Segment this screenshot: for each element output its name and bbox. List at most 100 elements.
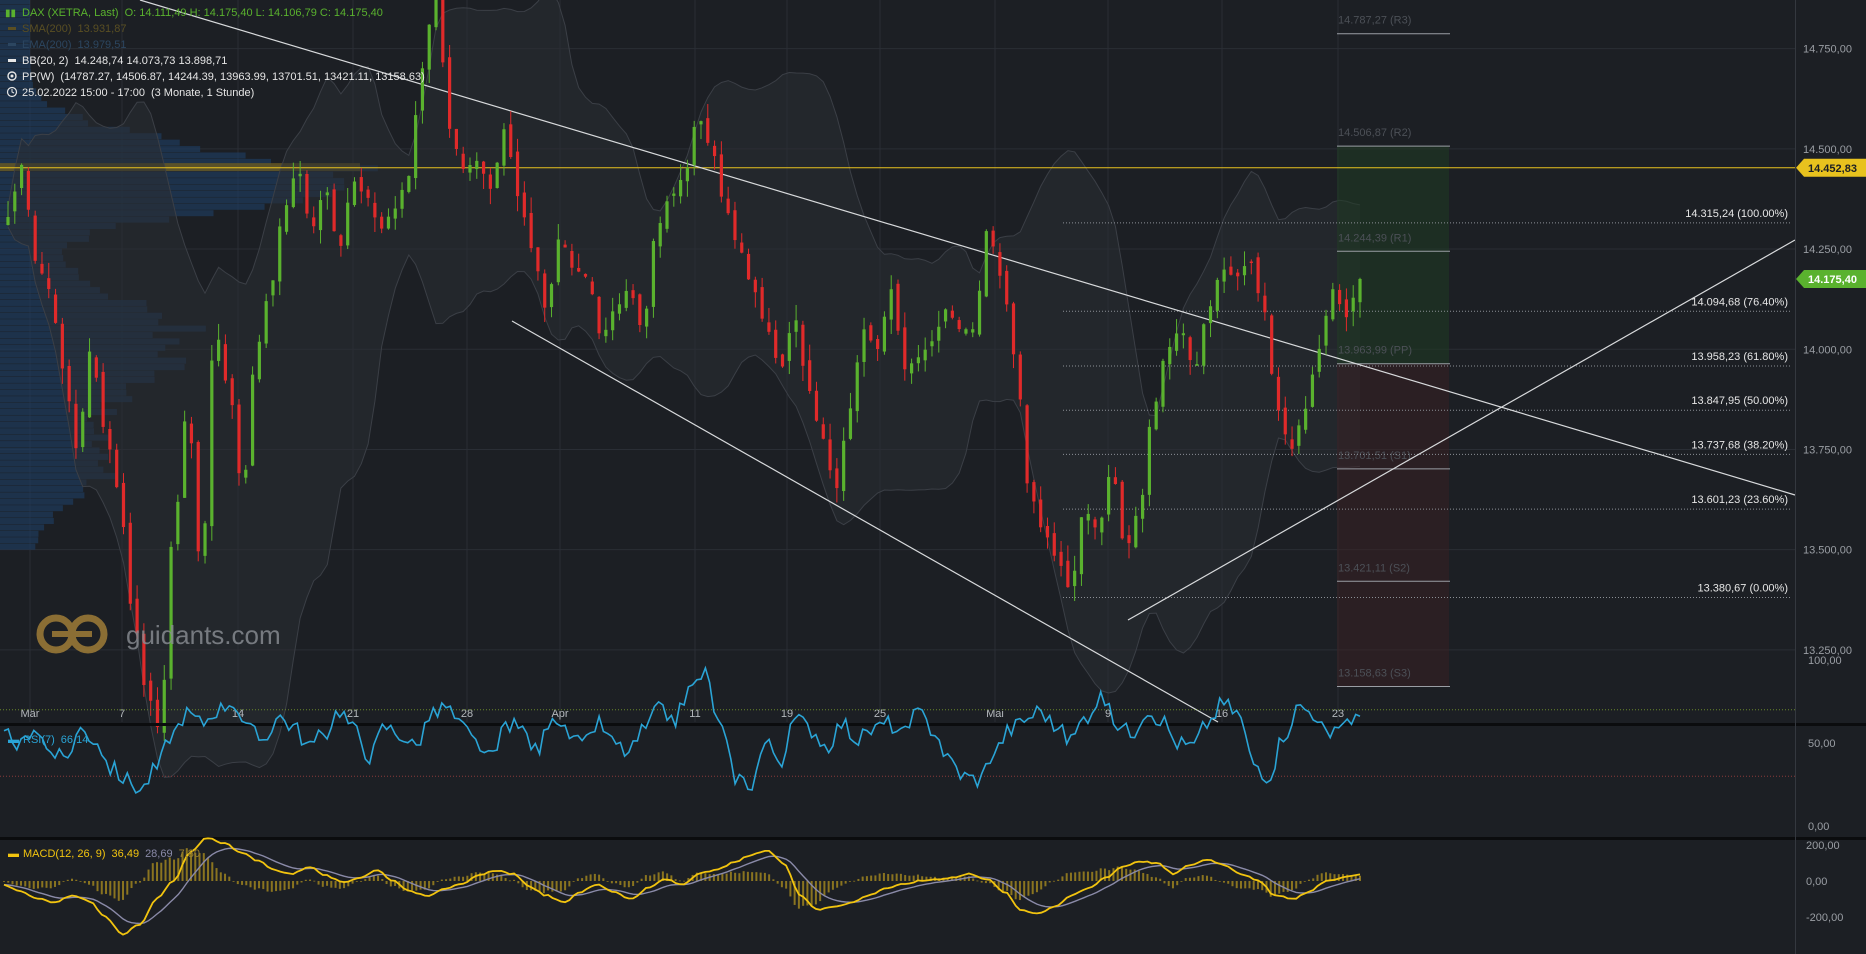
macd-histogram-bar: [411, 881, 414, 891]
macd-histogram-bar: [780, 881, 783, 888]
candle-body: [1202, 324, 1206, 366]
macd-histogram-bar: [1256, 881, 1259, 890]
macd-histogram-bar: [908, 875, 911, 881]
macd-histogram-bar: [589, 874, 592, 881]
candle-body: [183, 421, 187, 498]
candle-body: [441, 0, 445, 63]
macd-histogram-bar: [313, 880, 316, 882]
macd-histogram-bar: [585, 875, 588, 881]
candle-body: [121, 482, 126, 528]
candle-body: [699, 121, 703, 125]
candle-body: [624, 290, 628, 308]
macd-histogram-bar: [147, 869, 150, 881]
macd-histogram-bar: [1316, 874, 1319, 881]
macd-histogram-bar: [734, 872, 737, 881]
macd-histogram-bar: [326, 881, 329, 886]
macd-histogram-bar: [262, 881, 265, 890]
candle-body: [67, 365, 71, 402]
macd-histogram-bar: [245, 881, 248, 886]
macd-histogram-bar: [602, 878, 605, 881]
legend-ohlc: O: 14.111,49 H: 14.175,40 L: 14.106,79 C…: [125, 7, 383, 19]
candle-body: [318, 200, 323, 231]
candle-body: [876, 339, 880, 350]
candle-body: [1147, 426, 1151, 495]
candle-body: [298, 173, 302, 177]
macd-histogram-bar: [224, 873, 227, 881]
macd-histogram-bar: [657, 872, 660, 881]
macd-histogram-bar: [802, 881, 805, 906]
macd-histogram-bar: [576, 878, 579, 881]
macd-histogram-bar: [232, 881, 235, 882]
pivot-label: 13.421,11 (S2): [1338, 562, 1410, 574]
macd-histogram-bar: [202, 853, 205, 881]
candle-body: [509, 124, 513, 158]
candle-body: [40, 263, 44, 274]
macd-histogram-bar: [1171, 881, 1174, 889]
candle-body: [210, 360, 214, 527]
rsi-divider: [0, 723, 1866, 726]
candle-body: [359, 177, 363, 192]
price-tick-label: 14.750,00: [1803, 44, 1852, 56]
candle-body: [597, 296, 601, 334]
macd-histogram-bar: [28, 881, 31, 889]
rsi-legend-swatch: ▬: [8, 734, 19, 746]
macd-histogram-bar: [1154, 877, 1157, 881]
candle-body: [1290, 439, 1294, 449]
candle-body: [264, 301, 268, 344]
macd-histogram-bar: [134, 881, 137, 884]
macd-histogram-bar: [649, 875, 652, 881]
candle-body: [1154, 401, 1158, 430]
macd-histogram-bar: [1218, 881, 1221, 882]
macd-histogram-bar: [627, 881, 630, 888]
macd-histogram-bar: [151, 863, 154, 881]
macd-histogram-bar: [41, 881, 44, 888]
candle-body: [1134, 515, 1138, 548]
macd-histogram-bar: [168, 857, 171, 881]
macd-histogram-bar: [1040, 881, 1043, 890]
fib-label: 14.315,24 (100.00%): [1685, 208, 1788, 220]
macd-histogram-bar: [1044, 881, 1047, 887]
pivot-label: 14.244,39 (R1): [1338, 232, 1411, 244]
fib-label: 13.601,23 (23.60%): [1691, 494, 1788, 506]
macd-histogram-bar: [1065, 873, 1068, 881]
candle-body: [1086, 513, 1090, 521]
candle-body: [991, 230, 995, 247]
candle-body: [223, 344, 228, 381]
candle-body: [1236, 272, 1240, 277]
macd-histogram-bar: [156, 862, 159, 881]
candle-body: [515, 151, 520, 197]
candle-body: [896, 283, 900, 331]
candle-body: [1242, 266, 1247, 276]
macd-histogram-bar: [1103, 868, 1106, 881]
svg-text:PP(W)(14787.27, 14506.87, 1424: PP(W) (14787.27, 14506.87, 14244.39, 1396…: [22, 71, 425, 83]
candle-body: [1256, 257, 1260, 294]
macd-histogram-bar: [160, 862, 163, 881]
macd-histogram-bar: [517, 881, 520, 884]
candle-body: [257, 341, 261, 380]
candle-body: [1100, 517, 1104, 533]
macd-histogram-bar: [542, 881, 545, 894]
macd-histogram-bar: [904, 875, 907, 881]
candle-body: [549, 284, 554, 308]
candle-body: [638, 294, 642, 326]
trading-chart[interactable]: 14.787,27 (R3) 14.506,87 (R2) 14.244,39 (R…: [0, 0, 1866, 954]
macd-histogram-bar: [776, 881, 779, 884]
macd-histogram-bar: [436, 881, 439, 882]
macd-histogram-bar: [62, 881, 65, 882]
candle-body: [1025, 405, 1029, 484]
macd-histogram-bar: [619, 881, 622, 886]
macd-histogram-bar: [1048, 881, 1051, 883]
candle-body: [1208, 306, 1213, 324]
macd-histogram-bar: [738, 873, 741, 881]
candle-body: [658, 223, 662, 247]
candle-body: [855, 362, 859, 412]
candle-body: [1174, 333, 1179, 351]
candle-body: [1120, 481, 1124, 539]
macd-histogram-bar: [1176, 881, 1179, 886]
candle-body: [400, 189, 404, 209]
fib-label: 14.094,68 (76.40%): [1691, 296, 1788, 308]
macd-histogram-bar: [814, 881, 817, 905]
macd-histogram-bar: [377, 875, 380, 881]
candle-body: [1059, 551, 1063, 566]
price-tick-label: 13.750,00: [1803, 444, 1852, 456]
